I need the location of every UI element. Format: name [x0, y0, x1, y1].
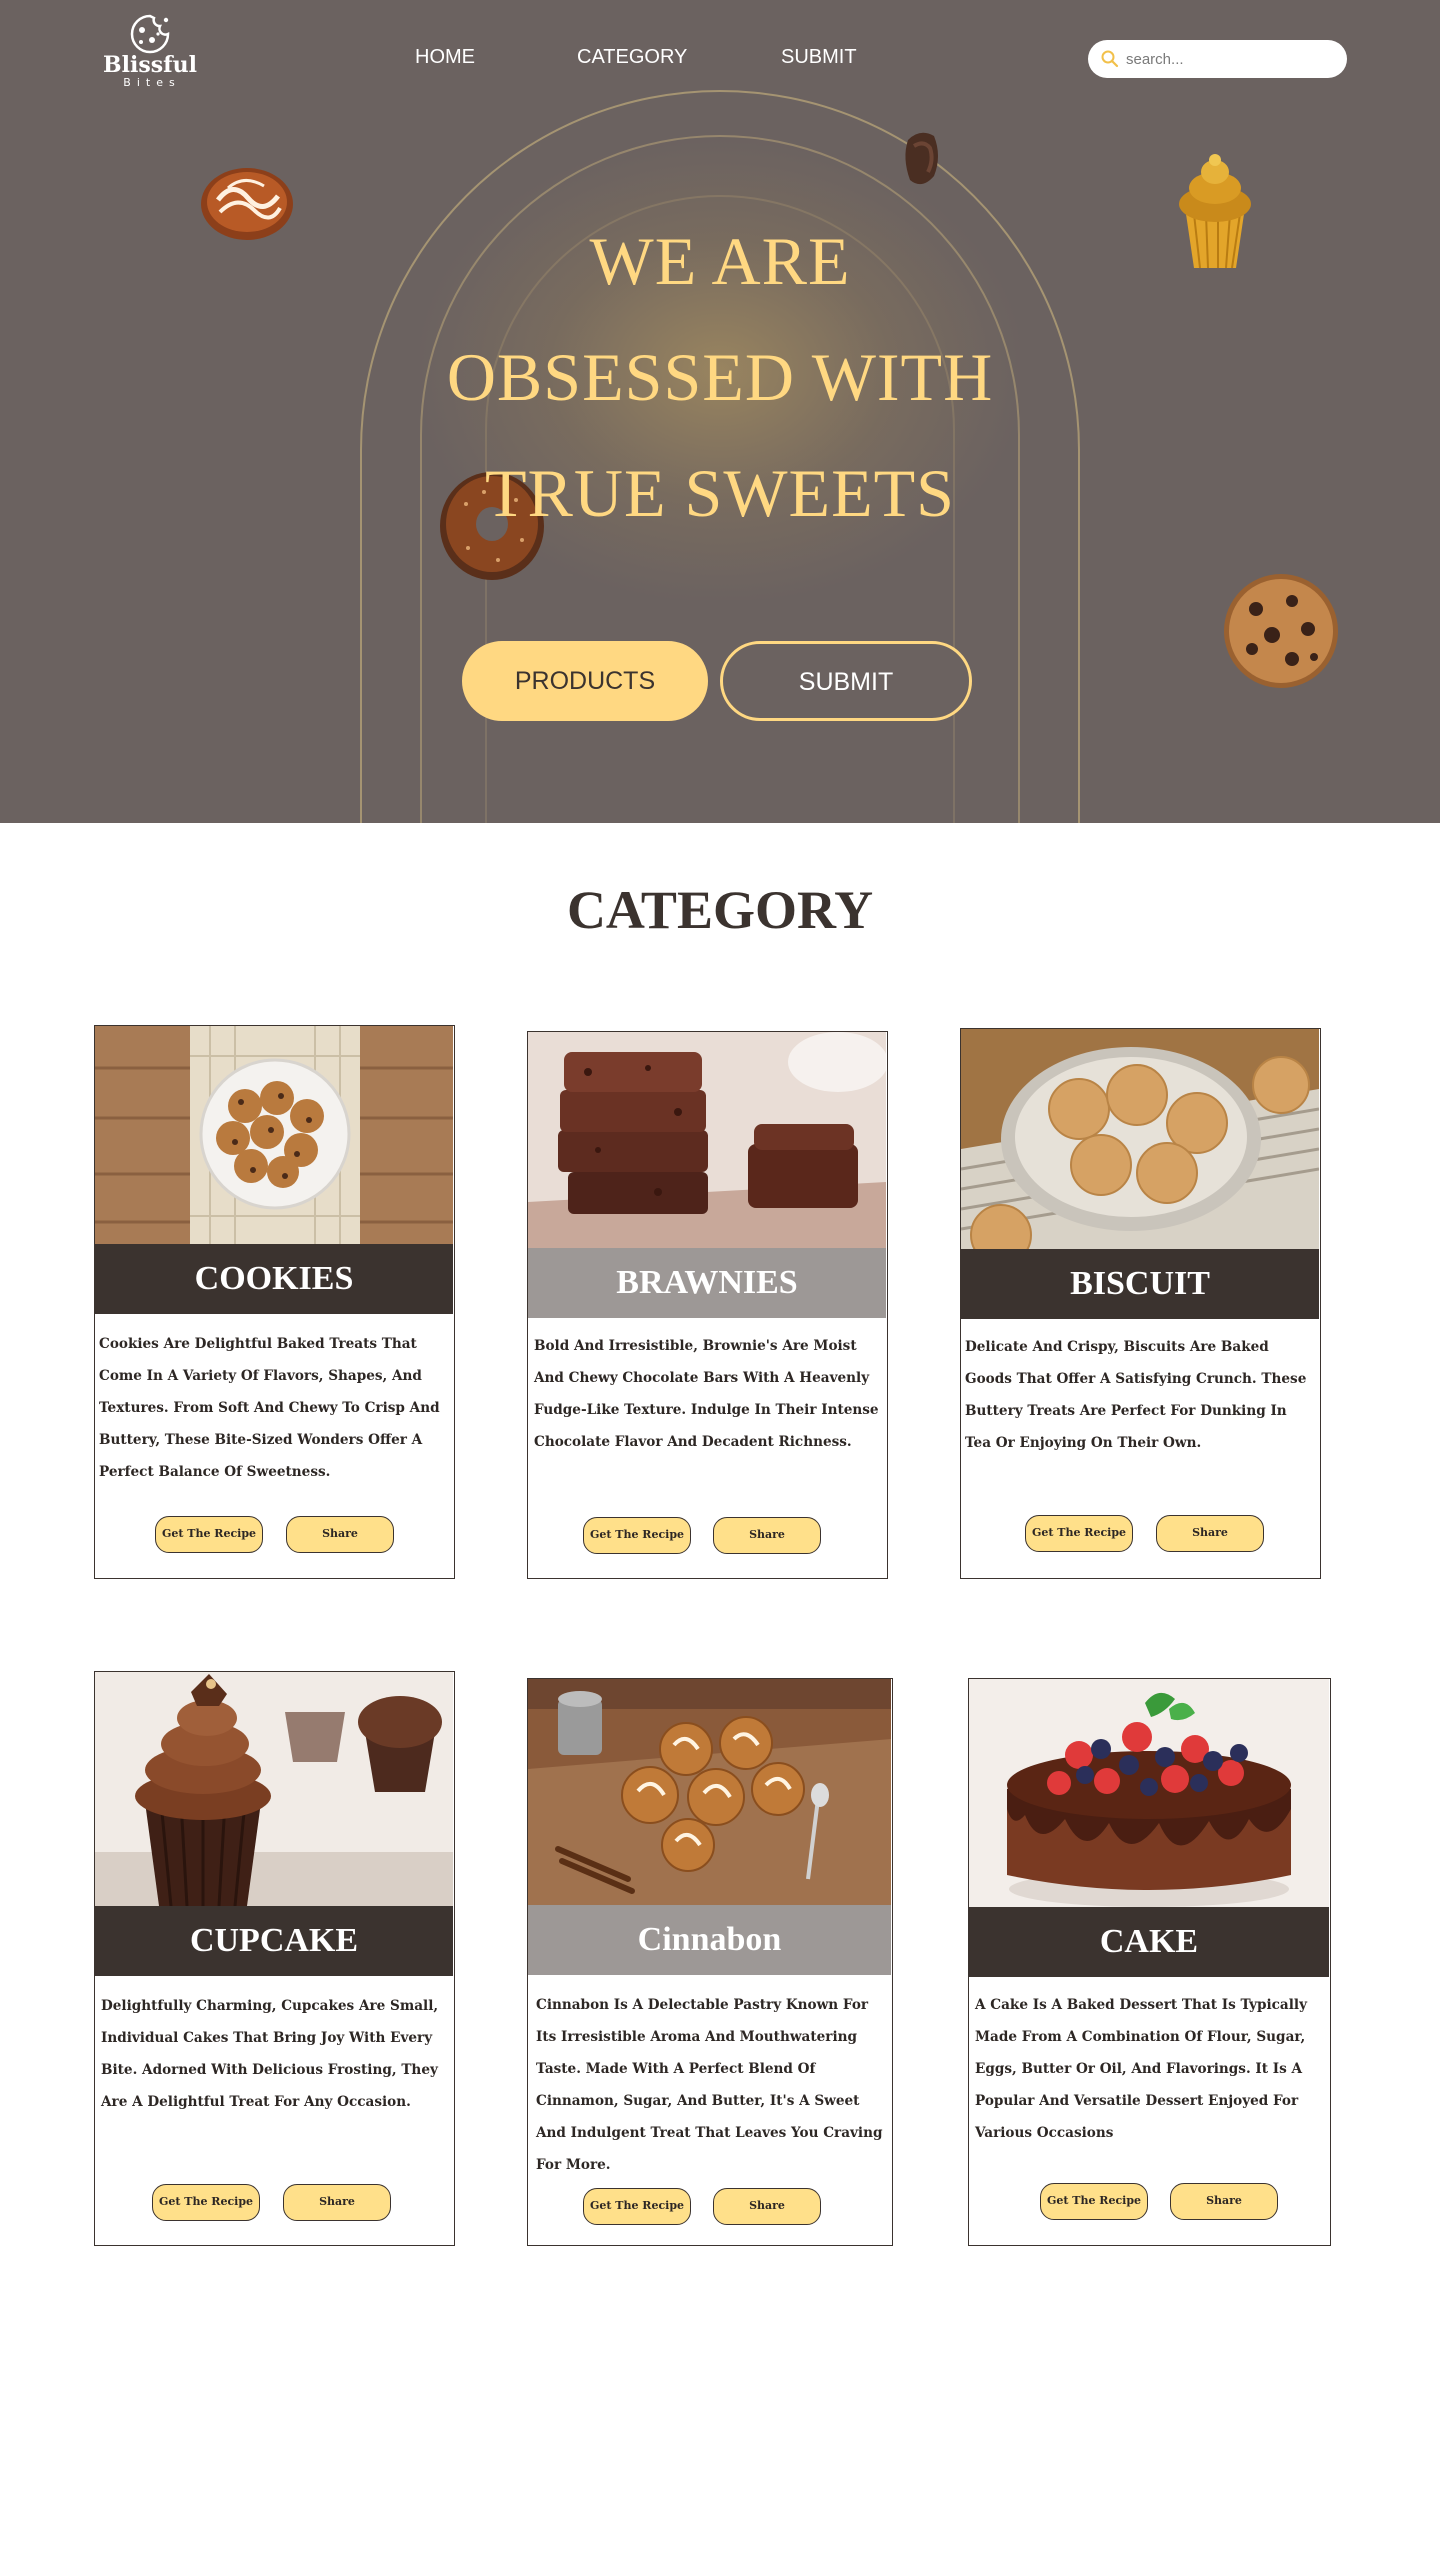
- card-image-biscuit: [961, 1029, 1319, 1249]
- logo-name: Blissful: [103, 52, 197, 78]
- nav-home[interactable]: HOME: [415, 44, 475, 70]
- share-button-cupcake[interactable]: Share: [283, 2184, 391, 2221]
- get-recipe-button-cinnabon[interactable]: Get The Recipe: [583, 2188, 691, 2225]
- card-description-cookies: Cookies Are Delightful Baked Treats That…: [99, 1336, 440, 1480]
- nav-submit[interactable]: SUBMIT: [781, 44, 857, 70]
- card-description-cupcake: Delightfully Charming, Cupcakes Are Smal…: [101, 1998, 439, 2110]
- category-card-cupcake: CUPCAKE Delightfully Charming, Cupcakes …: [94, 1671, 455, 2246]
- search-input[interactable]: [1126, 50, 1326, 68]
- share-button-biscuit[interactable]: Share: [1156, 1515, 1264, 1552]
- get-recipe-button-cookies[interactable]: Get The Recipe: [155, 1516, 263, 1553]
- card-description-cinnabon: Cinnabon Is A Delectable Pastry Known Fo…: [536, 1997, 883, 2173]
- products-button[interactable]: PRODUCTS: [462, 641, 708, 721]
- card-title-cupcake: CUPCAKE: [95, 1906, 453, 1976]
- share-button-cake[interactable]: Share: [1170, 2183, 1278, 2220]
- hero-headline-line-1: WE ARE: [589, 223, 851, 299]
- card-description-cake: A Cake Is A Baked Dessert That Is Typica…: [975, 1997, 1307, 2141]
- card-image-cake: [969, 1679, 1329, 1907]
- card-title-cookies: COOKIES: [95, 1244, 453, 1314]
- search-icon: [1101, 50, 1119, 68]
- card-image-cupcake: [95, 1672, 453, 1906]
- card-image-brownies: [528, 1032, 886, 1248]
- category-section-title: CATEGORY: [566, 880, 874, 940]
- card-title-brownies: BRAWNIES: [528, 1248, 886, 1318]
- card-description-brownies: Bold And Irresistible, Brownie's Are Moi…: [534, 1338, 879, 1450]
- chocolate-chip-cookie-icon: [1224, 574, 1338, 688]
- site-logo[interactable]: Blissful Bites: [100, 12, 200, 92]
- share-button-cinnabon[interactable]: Share: [713, 2188, 821, 2225]
- chocolate-piece-icon: [905, 132, 938, 185]
- hero-section: Blissful Bites HOME CATEGORY SUBMIT sear…: [0, 0, 1440, 823]
- nav-category[interactable]: CATEGORY: [577, 44, 687, 70]
- category-card-cake: CAKE A Cake Is A Baked Dessert That Is T…: [968, 1678, 1331, 2246]
- category-card-cinnabon: Cinnabon Cinnabon Is A Delectable Pastry…: [527, 1678, 893, 2246]
- submit-button[interactable]: SUBMIT: [720, 641, 972, 721]
- card-description-biscuit: Delicate And Crispy, Biscuits Are Baked …: [965, 1339, 1307, 1451]
- card-image-cinnabon: [528, 1679, 891, 1905]
- search-box[interactable]: [1088, 40, 1347, 78]
- card-title-cinnabon: Cinnabon: [528, 1905, 891, 1975]
- share-button-brownies[interactable]: Share: [713, 1517, 821, 1554]
- category-card-brownies: BRAWNIES Bold And Irresistible, Brownie'…: [527, 1031, 888, 1579]
- hero-headline-line-3: TRUE SWEETS: [485, 455, 955, 531]
- get-recipe-button-biscuit[interactable]: Get The Recipe: [1025, 1515, 1133, 1552]
- card-title-biscuit: BISCUIT: [961, 1249, 1319, 1319]
- share-button-cookies[interactable]: Share: [286, 1516, 394, 1553]
- category-card-biscuit: BISCUIT Delicate And Crispy, Biscuits Ar…: [960, 1028, 1321, 1579]
- card-image-cookies: [95, 1026, 453, 1244]
- hero-headline-line-2: OBSESSED WITH: [446, 339, 994, 415]
- category-card-cookies: COOKIES Cookies Are Delightful Baked Tre…: [94, 1025, 455, 1579]
- get-recipe-button-cake[interactable]: Get The Recipe: [1040, 2183, 1148, 2220]
- get-recipe-button-cupcake[interactable]: Get The Recipe: [152, 2184, 260, 2221]
- cookie-logo-icon: [130, 14, 170, 54]
- get-recipe-button-brownies[interactable]: Get The Recipe: [583, 1517, 691, 1554]
- card-title-cake: CAKE: [969, 1907, 1329, 1977]
